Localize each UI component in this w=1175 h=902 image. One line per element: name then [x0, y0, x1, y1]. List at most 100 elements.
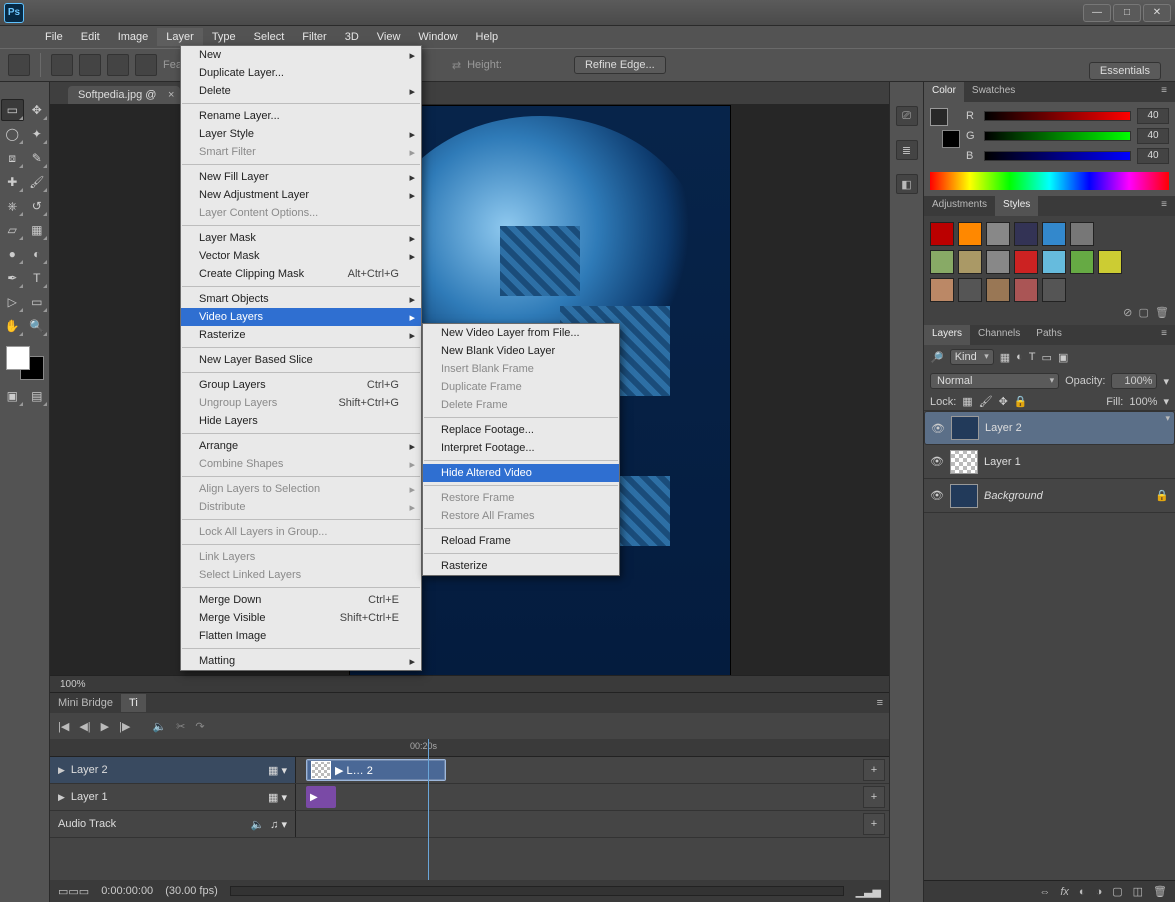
track-header[interactable]: ▶ Layer 2 ▦ ▾ — [50, 757, 296, 783]
blur-tool[interactable]: ● — [1, 243, 24, 265]
selection-add-icon[interactable] — [79, 54, 101, 76]
layer-menu-item[interactable]: Flatten Image — [181, 627, 421, 645]
shape-tool[interactable]: ▭ — [26, 291, 49, 313]
window-maximize-button[interactable]: □ — [1113, 4, 1141, 22]
menu-select[interactable]: Select — [245, 28, 294, 46]
layer-menu-item[interactable]: Smart Objects▸ — [181, 290, 421, 308]
layer-menu-item[interactable]: Video Layers▸ — [181, 308, 421, 326]
layer-thumbnail[interactable] — [950, 450, 978, 474]
style-swatch[interactable] — [1042, 250, 1066, 274]
tab-swatches[interactable]: Swatches — [964, 82, 1023, 102]
dodge-tool[interactable]: ◐ — [26, 243, 49, 265]
visibility-icon[interactable]: 👁 — [930, 455, 944, 468]
style-swatch[interactable] — [958, 278, 982, 302]
style-swatch[interactable] — [1098, 250, 1122, 274]
panel-menu-icon[interactable]: ≡ — [1153, 196, 1175, 216]
adj-layer-icon[interactable]: ◑ — [1096, 886, 1103, 898]
menu-help[interactable]: Help — [467, 28, 508, 46]
hand-tool[interactable]: ✋ — [1, 315, 24, 337]
video-submenu-item[interactable]: Rasterize — [423, 557, 619, 575]
r-slider[interactable] — [984, 111, 1131, 121]
clear-style-icon[interactable]: ⊘ — [1123, 307, 1132, 319]
play-button[interactable]: ▶ — [101, 720, 109, 733]
foreground-color-swatch[interactable] — [6, 346, 30, 370]
delete-style-icon[interactable]: 🗑 — [1155, 307, 1169, 319]
g-slider[interactable] — [984, 131, 1131, 141]
history-brush-tool[interactable]: ↺ — [26, 195, 49, 217]
layer-menu-item[interactable]: Layer Style▸ — [181, 125, 421, 143]
layer-row[interactable]: 👁 Layer 2 — [924, 411, 1175, 445]
visibility-icon[interactable]: 👁 — [931, 422, 945, 435]
marquee-tool[interactable]: ▭ — [1, 99, 24, 121]
video-submenu-item[interactable]: New Video Layer from File... — [423, 324, 619, 342]
zoom-slider-icon[interactable]: ▁▃▅ — [856, 885, 881, 898]
zoom-tool[interactable]: 🔍 — [26, 315, 49, 337]
video-submenu-item[interactable]: Hide Altered Video — [423, 464, 619, 482]
layer-menu-item[interactable]: Vector Mask▸ — [181, 247, 421, 265]
video-submenu-item[interactable]: Replace Footage... — [423, 421, 619, 439]
tab-styles[interactable]: Styles — [995, 196, 1038, 216]
video-submenu-item[interactable]: New Blank Video Layer — [423, 342, 619, 360]
new-layer-icon[interactable]: ◫ — [1133, 885, 1143, 898]
selection-sub-icon[interactable] — [107, 54, 129, 76]
tab-timeline[interactable]: Ti — [121, 694, 146, 712]
panel-menu-icon[interactable]: ≡ — [1153, 325, 1175, 345]
style-swatch[interactable] — [930, 250, 954, 274]
style-swatch[interactable] — [958, 222, 982, 246]
crop-tool[interactable]: ⧈ — [1, 147, 24, 169]
style-swatch[interactable] — [986, 278, 1010, 302]
video-clip[interactable]: ▶ L… 2 — [306, 759, 446, 781]
brush-tool[interactable]: 🖌 — [26, 171, 49, 193]
add-clip-button[interactable]: + — [863, 813, 885, 835]
lock-trans-icon[interactable]: ▦ — [962, 395, 972, 408]
selection-new-icon[interactable] — [51, 54, 73, 76]
g-value[interactable]: 40 — [1137, 128, 1169, 144]
window-minimize-button[interactable]: — — [1083, 4, 1111, 22]
document-tab[interactable]: Softpedia.jpg @ × — [68, 86, 180, 104]
layer-menu-item[interactable]: Layer Mask▸ — [181, 229, 421, 247]
track-header[interactable]: ▶ Layer 1 ▦ ▾ — [50, 784, 296, 810]
properties-panel-icon[interactable]: ≣ — [896, 140, 918, 160]
style-swatch[interactable] — [1042, 278, 1066, 302]
layer-menu-item[interactable]: Duplicate Layer... — [181, 64, 421, 82]
menu-window[interactable]: Window — [409, 28, 466, 46]
tab-mini-bridge[interactable]: Mini Bridge — [50, 694, 121, 712]
menu-image[interactable]: Image — [109, 28, 158, 46]
timeline-scrollbar[interactable] — [230, 886, 844, 896]
eyedropper-tool[interactable]: ✎ — [26, 147, 49, 169]
style-swatch[interactable] — [1014, 222, 1038, 246]
visibility-icon[interactable]: 👁 — [930, 489, 944, 502]
style-swatch[interactable] — [986, 222, 1010, 246]
layer-row[interactable]: 👁 Layer 1 — [924, 445, 1175, 479]
screenmode-tool[interactable]: ▤ — [26, 385, 49, 407]
timeline-ruler[interactable]: 00:20s — [50, 739, 889, 757]
layer-filter-select[interactable]: Kind — [950, 349, 994, 365]
window-close-button[interactable]: ✕ — [1143, 4, 1171, 22]
lasso-tool[interactable]: ◯ — [1, 123, 24, 145]
style-swatch[interactable] — [1070, 222, 1094, 246]
layer-menu-item[interactable]: Hide Layers — [181, 412, 421, 430]
menu-file[interactable]: File — [36, 28, 72, 46]
tab-color[interactable]: Color — [924, 82, 964, 102]
layer-menu-item[interactable]: New Fill Layer▸ — [181, 168, 421, 186]
quickmask-tool[interactable]: ▣ — [1, 385, 24, 407]
eraser-tool[interactable]: ▱ — [1, 219, 24, 241]
style-swatch[interactable] — [930, 222, 954, 246]
refine-edge-button[interactable]: Refine Edge... — [574, 56, 666, 74]
style-swatch[interactable] — [1042, 222, 1066, 246]
lock-all-icon[interactable]: 🔒 — [1014, 395, 1028, 408]
filter-smart-icon[interactable]: ▣ — [1058, 351, 1068, 364]
group-icon[interactable]: ▢ — [1112, 885, 1122, 898]
tab-layers[interactable]: Layers — [924, 325, 970, 345]
panel-menu-icon[interactable]: ≡ — [1153, 82, 1175, 102]
mask-icon[interactable]: ◐ — [1079, 886, 1086, 898]
layer-menu-item[interactable]: New Layer Based Slice — [181, 351, 421, 369]
fg-bg-swatch[interactable] — [4, 344, 46, 382]
info-panel-icon[interactable]: ◧ — [896, 174, 918, 194]
track-header[interactable]: Audio Track 🔈 ♫ ▾ — [50, 811, 296, 837]
add-clip-button[interactable]: + — [863, 786, 885, 808]
tool-preset-icon[interactable] — [8, 54, 30, 76]
history-panel-icon[interactable]: ⎚ — [896, 106, 918, 126]
blend-mode-select[interactable]: Normal — [930, 373, 1059, 389]
path-select-tool[interactable]: ▷ — [1, 291, 24, 313]
